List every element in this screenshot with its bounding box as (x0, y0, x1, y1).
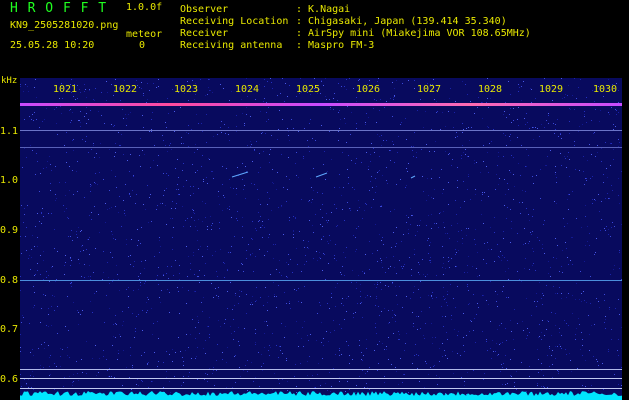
meteor-streak (410, 175, 416, 179)
x-tick-label: 1029 (538, 84, 564, 95)
meteor-streak (315, 172, 328, 178)
meteor-streaks (231, 171, 416, 179)
x-tick-label: 1028 (477, 84, 503, 95)
x-tick-label: 1022 (112, 84, 138, 95)
x-tick-label: 1025 (295, 84, 321, 95)
y-tick-label: 0.9 (0, 225, 19, 236)
x-tick-label: 1026 (355, 84, 381, 95)
x-tick-label: 1030 (592, 84, 618, 95)
x-tick-label: 1021 (52, 84, 78, 95)
y-tick-label: 1.0 (0, 175, 19, 186)
y-tick-label: 1.1 (0, 126, 19, 137)
y-tick-label: 0.8 (0, 275, 19, 286)
x-tick-label: 1027 (416, 84, 442, 95)
x-tick-label: 1024 (234, 84, 260, 95)
y-tick-label: 0.7 (0, 324, 19, 335)
spectrum-trace-path (20, 391, 622, 400)
y-axis-unit: kHz (1, 76, 18, 86)
meteor-streak (231, 171, 249, 178)
spectrum-trace (20, 391, 622, 400)
y-tick-label: 0.6 (0, 374, 19, 385)
x-tick-label: 1023 (173, 84, 199, 95)
